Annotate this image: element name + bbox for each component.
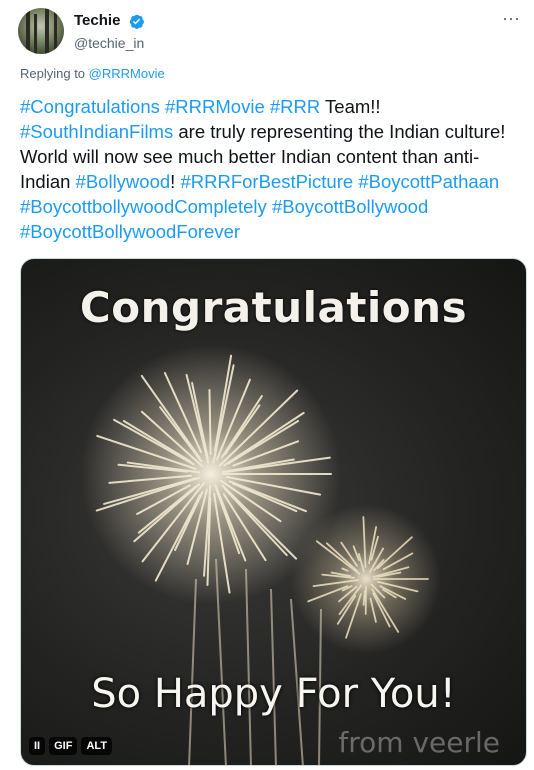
hashtag-link[interactable]: #SouthIndianFilms <box>20 121 173 142</box>
hashtag-link[interactable]: #BoycottbollywoodCompletely <box>20 196 267 217</box>
alt-button[interactable]: ALT <box>81 737 113 755</box>
hashtag-link[interactable]: #BoycottPathaan <box>358 171 499 192</box>
hashtag-link[interactable]: #BoycottBollywood <box>272 196 428 217</box>
author-display-name[interactable]: Techie <box>74 11 120 31</box>
replying-to: Replying to @RRRMovie <box>20 66 165 81</box>
gif-caption-text: So Happy For You! <box>91 671 456 717</box>
hashtag-link[interactable]: #RRRForBestPicture <box>180 171 353 192</box>
author-block: Techie @techie_in <box>74 11 145 53</box>
author-handle[interactable]: @techie_in <box>74 33 145 53</box>
gif-title-text: Congratulations <box>79 283 468 332</box>
hashtag-link[interactable]: #RRR <box>270 96 320 117</box>
firework-ray <box>208 389 212 456</box>
gif-watermark: from veerle <box>338 726 500 759</box>
hashtag-link[interactable]: #Bollywood <box>76 171 171 192</box>
hashtag-link[interactable]: #Congratulations <box>20 96 160 117</box>
hashtag-link[interactable]: #BoycottBollywoodForever <box>20 221 240 242</box>
tweet-text-span: Team!! <box>320 96 381 117</box>
avatar[interactable] <box>18 8 64 54</box>
gif-badge: GIF <box>49 737 78 755</box>
more-options-icon[interactable]: ··· <box>499 9 523 30</box>
replying-prefix: Replying to <box>20 66 86 81</box>
tweet-text-span: ! <box>170 171 181 192</box>
pause-button[interactable]: II <box>29 737 46 755</box>
reply-mention-link[interactable]: @RRRMovie <box>89 66 165 81</box>
media-badges: II GIF ALT <box>29 737 113 755</box>
tweet-text: #Congratulations #RRRMovie #RRR Team!! #… <box>20 94 525 244</box>
verified-badge-icon <box>129 14 144 29</box>
gif-media[interactable]: Congratulations So Happy For You! from v… <box>20 258 527 766</box>
tweet-header: Techie @techie_in ··· <box>18 8 523 58</box>
hashtag-link[interactable]: #RRRMovie <box>165 96 265 117</box>
